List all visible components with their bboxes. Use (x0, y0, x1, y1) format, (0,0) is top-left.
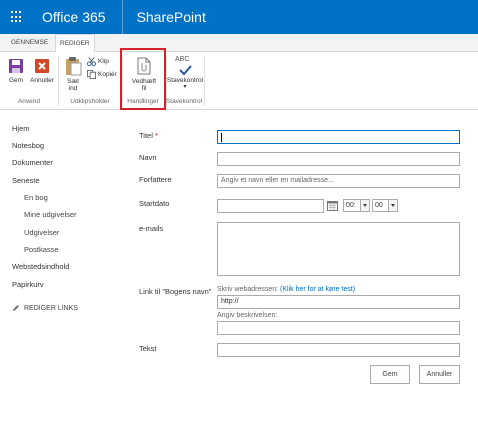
spelling-icon: ABC (175, 56, 195, 76)
cancel-label: Annuller (30, 77, 54, 84)
nav-item-recycle-bin[interactable]: Papirkurv (12, 280, 44, 289)
cancel-icon (35, 59, 49, 73)
nav-item-site-contents[interactable]: Webstedsindhold (12, 262, 69, 271)
minute-select[interactable]: 00 (372, 199, 398, 212)
startdate-input[interactable] (217, 199, 324, 213)
title-input[interactable] (217, 130, 460, 144)
ribbon-tab-strip: GENNEMSE REDIGER (0, 34, 478, 53)
paste-label-line1: Sæt (67, 78, 79, 85)
description-hint: Angiv beskrivelsen: (217, 312, 278, 319)
text-label: Tekst (139, 344, 157, 353)
paste-icon (66, 57, 82, 76)
suite-bar: Office 365 SharePoint (0, 0, 478, 34)
nav-item-home[interactable]: Hjem (12, 124, 30, 133)
title-label-text: Titel (139, 131, 153, 140)
edit-links-button[interactable]: REDIGER LINKS (12, 304, 78, 312)
attach-file-highlight (120, 48, 166, 110)
scissors-icon (87, 56, 96, 66)
hour-value: 00: (346, 202, 356, 209)
nav-subitem-mailbox[interactable]: Postkasse (24, 245, 59, 254)
save-ribbon-button[interactable]: Gem (5, 58, 27, 84)
description-input[interactable] (217, 321, 460, 335)
app-launcher-button[interactable] (0, 0, 34, 34)
spelling-ribbon-button[interactable]: ABC Stavekontrol ▾ (166, 56, 204, 91)
spelling-icon-text: ABC (175, 56, 190, 63)
tab-browse[interactable]: GENNEMSE (7, 34, 52, 52)
nav-subitem-my-publications[interactable]: Mine udgivelser (24, 210, 77, 219)
url-value: http:// (221, 298, 239, 305)
minute-value: 00 (375, 202, 383, 209)
authors-people-picker[interactable]: Angiv et navn eller en mailadresse... (217, 174, 460, 188)
nav-item-recent[interactable]: Seneste (12, 176, 40, 185)
group-label-spelling: Stavekontrol (165, 98, 203, 105)
ribbon-divider (58, 56, 59, 106)
emails-textarea[interactable] (217, 222, 460, 276)
link-label: Link til "Bogens navn" (139, 287, 212, 296)
group-label-commit: Anvend (17, 98, 41, 105)
startdate-label: Startdato (139, 199, 170, 208)
tab-edit[interactable]: REDIGER (55, 34, 95, 53)
authors-placeholder: Angiv et navn eller en mailadresse... (221, 177, 334, 184)
text-caret (221, 133, 222, 142)
group-label-clipboard: Udklipsholder (70, 98, 110, 105)
paste-ribbon-button[interactable]: Sæt ind (63, 56, 83, 92)
name-input[interactable] (217, 152, 460, 166)
ribbon: Gem Annuller Anvend Sæt ind Klip Kopiér … (0, 52, 478, 110)
calendar-icon[interactable] (327, 200, 338, 211)
spelling-label: Stavekontrol (166, 77, 204, 84)
cut-ribbon-button[interactable]: Klip (87, 56, 109, 66)
test-link[interactable]: (Klik her for at køre test) (280, 286, 355, 293)
cancel-ribbon-button[interactable]: Annuller (29, 58, 55, 84)
chevron-down-icon (388, 200, 397, 211)
chevron-down-icon (360, 200, 369, 211)
cut-label: Klip (98, 57, 109, 65)
save-label: Gem (8, 77, 24, 84)
copy-label: Kopiér (98, 70, 117, 78)
nav-subitem-book[interactable]: En bog (24, 193, 48, 202)
nav-subitem-publications[interactable]: Udgivelser (24, 228, 59, 237)
chevron-down-icon: ▾ (183, 84, 187, 90)
emails-label: e-mails (139, 224, 164, 233)
save-icon (9, 59, 23, 73)
pencil-icon (13, 305, 19, 311)
save-button[interactable]: Gem (370, 365, 410, 384)
name-label: Navn (139, 153, 157, 162)
app-launcher-icon (11, 11, 23, 23)
nav-item-documents[interactable]: Dokumenter (12, 158, 53, 167)
nav-item-notebook[interactable]: Notesbog (12, 141, 44, 150)
text-input[interactable] (217, 343, 460, 357)
url-input[interactable]: http:// (217, 295, 460, 309)
hour-select[interactable]: 00: (343, 199, 370, 212)
ribbon-divider (204, 56, 205, 106)
paste-label-line2: ind (68, 85, 78, 92)
copy-icon (87, 69, 96, 79)
edit-links-label: REDIGER LINKS (24, 304, 79, 312)
copy-ribbon-button[interactable]: Kopiér (87, 69, 117, 79)
required-marker: * (154, 131, 158, 140)
cancel-button[interactable]: Annuller (419, 365, 460, 384)
sharepoint-app-title[interactable]: SharePoint (123, 9, 206, 25)
link-hint: Skriv webadressen: (Klik her for at køre… (217, 286, 355, 293)
title-label: Titel * (139, 131, 158, 140)
link-hint-text: Skriv webadressen: (217, 286, 279, 293)
office365-brand[interactable]: Office 365 (34, 0, 123, 34)
authors-label: Forfattere (139, 175, 172, 184)
